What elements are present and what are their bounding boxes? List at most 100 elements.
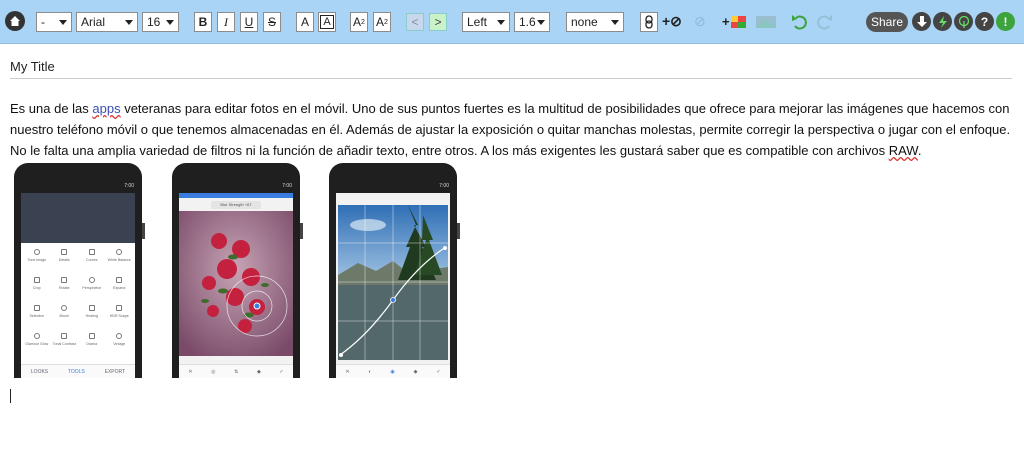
share-button[interactable]: Share bbox=[866, 12, 908, 32]
tool-icon bbox=[88, 333, 95, 339]
download-icon[interactable] bbox=[912, 12, 931, 31]
chevron-down-icon bbox=[166, 19, 174, 25]
tool-item[interactable]: Details bbox=[51, 249, 79, 271]
link-icon[interactable] bbox=[640, 12, 658, 32]
dimmed-photo bbox=[21, 193, 135, 243]
tool-label: Selective bbox=[29, 314, 45, 318]
tool-label: HDR Scape bbox=[109, 314, 129, 318]
tool-item[interactable]: Vintage bbox=[106, 333, 134, 355]
phone-clock: 7:00 bbox=[124, 183, 134, 189]
body-paragraph[interactable]: Es una de las apps veteranas para editar… bbox=[10, 98, 1015, 161]
bold-button[interactable]: B bbox=[194, 12, 212, 32]
lightning-icon[interactable] bbox=[933, 12, 952, 31]
tool-item[interactable]: Curves bbox=[78, 249, 106, 271]
phone-screen: ✕ ◐ ◉ ◆ ✓ bbox=[336, 193, 450, 378]
phone-screenshot-tools: 7:00 Tune image Details Curves White Balanc… bbox=[14, 163, 145, 378]
tool-item[interactable]: White Balance bbox=[106, 249, 134, 271]
phone-side-button bbox=[300, 223, 303, 239]
tool-item[interactable]: Tune image bbox=[23, 249, 51, 271]
tool-item[interactable]: Tonal Contrast bbox=[51, 333, 79, 355]
info-icon[interactable]: ! bbox=[996, 12, 1015, 31]
page-title[interactable]: My Title bbox=[10, 59, 55, 74]
tool-item[interactable]: Crop bbox=[23, 277, 51, 299]
paragraph-text: Es una de las bbox=[10, 101, 93, 116]
toolbar: - Arial 16 B I U S A A A2 A2 < > Left 1.… bbox=[0, 0, 1024, 44]
insert-image-icon[interactable]: + bbox=[722, 12, 748, 37]
list-select-value: none bbox=[571, 15, 598, 29]
subscript-button[interactable]: A2 bbox=[373, 12, 391, 32]
tool-label: Drama bbox=[86, 342, 98, 346]
svg-text:+: + bbox=[722, 14, 730, 29]
drop-icon[interactable]: ◆ bbox=[257, 369, 261, 375]
text-color-button[interactable]: A bbox=[296, 12, 314, 32]
font-select[interactable]: Arial bbox=[76, 12, 138, 32]
tool-item[interactable]: Brush bbox=[51, 305, 79, 327]
bg-color-glyph: A bbox=[320, 15, 334, 29]
phone-screen: Tune image Details Curves White Balance Crop… bbox=[21, 193, 135, 378]
paragraph-text: veteranas para editar fotos en el móvil.… bbox=[10, 101, 1011, 158]
apps-link[interactable]: apps bbox=[92, 101, 120, 116]
chevron-down-icon bbox=[537, 19, 545, 25]
tab-looks[interactable]: LOOKS bbox=[31, 369, 48, 375]
superscript-button[interactable]: A2 bbox=[350, 12, 368, 32]
font-select-value: Arial bbox=[81, 15, 106, 29]
tool-icon bbox=[88, 277, 95, 283]
tab-export[interactable]: EXPORT bbox=[105, 369, 125, 375]
add-link-icon[interactable]: +⊘ bbox=[662, 13, 682, 30]
chevron-down-icon bbox=[497, 19, 505, 25]
check-icon[interactable]: ✓ bbox=[436, 369, 440, 375]
close-icon[interactable]: ✕ bbox=[188, 369, 192, 375]
tool-item[interactable]: Expand bbox=[106, 277, 134, 299]
tool-item[interactable]: HDR Scape bbox=[106, 305, 134, 327]
raw-word: RAW bbox=[888, 143, 918, 158]
italic-button[interactable]: I bbox=[217, 12, 235, 32]
check-icon[interactable]: ✓ bbox=[279, 369, 283, 375]
undo-icon[interactable] bbox=[790, 12, 810, 37]
chevron-down-icon bbox=[611, 19, 619, 25]
line-height-value: 1.6 bbox=[519, 15, 536, 29]
help-icon[interactable]: ? bbox=[975, 12, 994, 31]
tool-label: Vintage bbox=[113, 342, 126, 346]
tool-label: Rotate bbox=[58, 286, 70, 290]
underline-button[interactable]: U bbox=[240, 12, 258, 32]
eye-icon[interactable]: ◉ bbox=[390, 369, 394, 375]
edit-image-icon bbox=[754, 12, 778, 37]
drop-icon[interactable]: ◆ bbox=[414, 369, 418, 375]
tool-label: Expand bbox=[113, 286, 126, 290]
phone-side-button bbox=[457, 223, 460, 239]
superscript-glyph: A bbox=[353, 15, 362, 29]
chevron-down-icon bbox=[59, 19, 67, 25]
undo-nav-button[interactable]: < bbox=[406, 13, 424, 31]
tree-icon[interactable] bbox=[954, 12, 973, 31]
list-select[interactable]: none bbox=[566, 12, 624, 32]
tool-icon bbox=[116, 305, 123, 311]
tool-item[interactable]: Selective bbox=[23, 305, 51, 327]
size-select-value: 16 bbox=[147, 15, 161, 29]
bg-color-button[interactable]: A bbox=[318, 12, 336, 32]
redo-icon bbox=[814, 12, 834, 37]
circle-icon[interactable]: ◎ bbox=[211, 369, 215, 375]
tab-tools[interactable]: TOOLS bbox=[68, 369, 85, 375]
tool-item[interactable]: Rotate bbox=[51, 277, 79, 299]
size-select[interactable]: 16 bbox=[142, 12, 179, 32]
tool-label: Healing bbox=[85, 314, 98, 318]
line-height-select[interactable]: 1.6 bbox=[514, 12, 550, 32]
tool-item[interactable]: Drama bbox=[78, 333, 106, 355]
tool-item[interactable]: Glamour Glow bbox=[23, 333, 51, 355]
tool-icon bbox=[116, 249, 123, 255]
sliders-icon[interactable]: ⇅ bbox=[234, 369, 238, 375]
tool-label: Brush bbox=[59, 314, 69, 318]
close-icon[interactable]: ✕ bbox=[345, 369, 349, 375]
phone-side-button bbox=[142, 223, 145, 239]
format-select[interactable]: - bbox=[36, 12, 72, 32]
home-icon[interactable] bbox=[5, 11, 25, 31]
redo-nav-button[interactable]: > bbox=[429, 13, 447, 31]
align-select-value: Left bbox=[467, 15, 488, 29]
strike-button[interactable]: S bbox=[263, 12, 281, 32]
phone-clock: 7:00 bbox=[439, 183, 449, 189]
align-select[interactable]: Left bbox=[462, 12, 510, 32]
tool-icon bbox=[88, 249, 95, 255]
tool-item[interactable]: Perspective bbox=[78, 277, 106, 299]
circle-icon[interactable]: ◐ bbox=[368, 369, 371, 375]
tool-item[interactable]: Healing bbox=[78, 305, 106, 327]
